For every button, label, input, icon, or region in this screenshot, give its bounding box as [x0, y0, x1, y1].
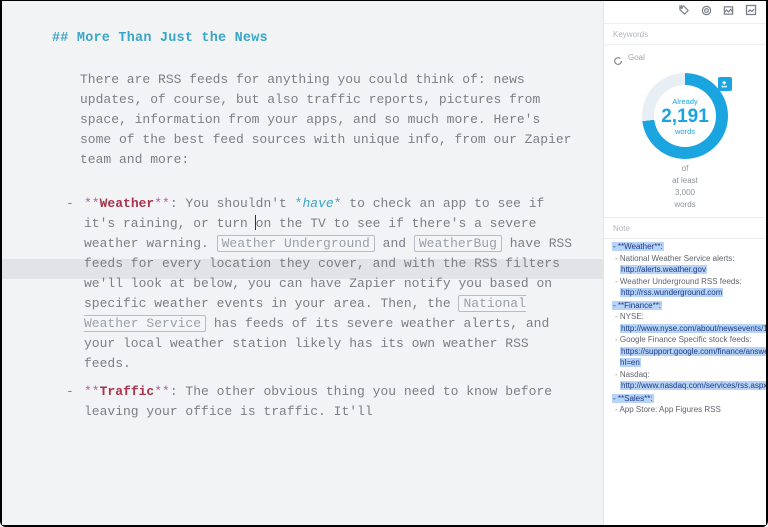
image-icon[interactable] — [723, 3, 734, 21]
target-icon[interactable] — [701, 3, 712, 21]
spinner-icon — [613, 53, 623, 71]
bullet-dash: - — [66, 194, 74, 214]
topic-traffic: Traffic — [100, 384, 155, 399]
note-item: - App Store: App Figures RSS — [612, 404, 760, 416]
note-section-title: - **Finance**: — [612, 300, 760, 312]
keywords-section-label: Keywords — [604, 24, 766, 45]
body-paragraph: There are RSS feeds for anything you cou… — [80, 70, 575, 170]
bold-markers: ** — [154, 196, 170, 211]
note-section-title: - **Weather**: — [612, 241, 760, 253]
list-item-traffic: - **Traffic**: The other obvious thing y… — [84, 382, 575, 422]
list-item-weather: - **Weather**: You shouldn't *have* to c… — [84, 194, 575, 374]
note-item: - National Weather Service alerts: http:… — [612, 253, 760, 276]
note-link[interactable]: http://alerts.weather.gov — [620, 265, 707, 274]
note-item: - Weather Underground RSS feeds: http://… — [612, 276, 760, 299]
note-section-label: Note — [604, 218, 766, 239]
sidebar-icon-row — [604, 1, 766, 24]
notes-panel[interactable]: - **Weather**:- National Weather Service… — [604, 239, 766, 417]
markdown-editor[interactable]: ## More Than Just the News There are RSS… — [2, 1, 603, 525]
note-link[interactable]: http://www.nasdaq.com/services/rss.aspx — [620, 381, 766, 390]
note-link[interactable]: https://support.google.com/finance/answe… — [620, 347, 766, 368]
italic-marker: * — [334, 196, 342, 211]
bold-markers: ** — [84, 384, 100, 399]
heading-h2: ## More Than Just the News — [52, 31, 575, 46]
note-item: - Google Finance Specific stock feeds: h… — [612, 334, 760, 369]
goal-subtext: of at least 3,000 words — [612, 163, 758, 211]
note-section-title: - **Sales**: — [612, 393, 760, 405]
bold-markers: ** — [154, 384, 170, 399]
topic-weather: Weather — [100, 196, 155, 211]
note-item: - NYSE: http://www.nyse.com/about/newsev… — [612, 311, 760, 334]
emphasis-have: have — [302, 196, 333, 211]
note-item: - Nasdaq: http://www.nasdaq.com/services… — [612, 369, 760, 392]
link-weather-underground[interactable]: Weather Underground — [217, 235, 375, 252]
goal-count: Already 2,191 words — [642, 73, 728, 159]
link-weatherbug[interactable]: WeatherBug — [414, 235, 502, 252]
note-link[interactable]: http://www.nyse.com/about/newsevents/114… — [620, 324, 766, 333]
bullet-dash: - — [66, 382, 74, 402]
tag-icon[interactable] — [679, 3, 690, 21]
goal-section: Goal Already 2,191 words of at least 3,0… — [604, 45, 766, 218]
goal-label: Goal — [628, 53, 645, 62]
goal-word-count: 2,191 — [661, 107, 709, 126]
note-link[interactable]: http://rss.wunderground.com — [620, 288, 723, 297]
sidebar: Keywords Goal Already 2,191 words of at … — [603, 1, 766, 525]
bold-markers: ** — [84, 196, 100, 211]
stats-icon[interactable] — [745, 3, 757, 21]
